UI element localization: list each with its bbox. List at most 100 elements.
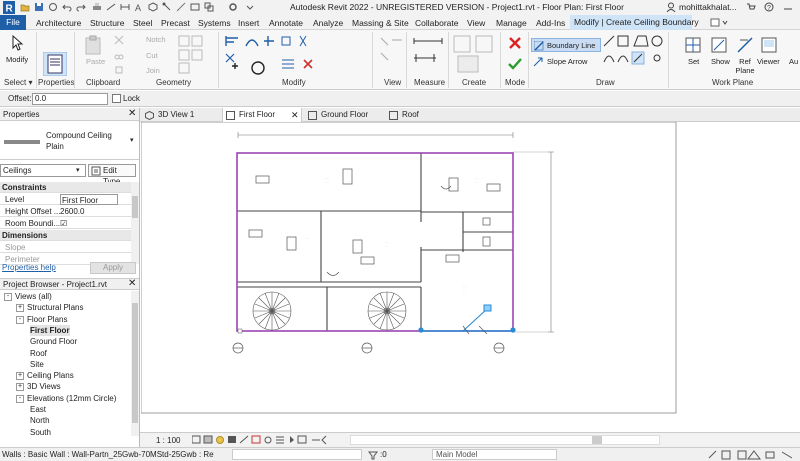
category-dropdown-icon[interactable]: ▾ [76, 166, 80, 174]
edit-type-button[interactable]: Edit Type [88, 164, 136, 186]
drawing-canvas[interactable]: . . .. .. . .. . . . .. . .. .. . .. . [140, 121, 800, 432]
ref-plane-button[interactable]: Ref Plane [733, 57, 757, 75]
offset-input[interactable]: 0.0 [32, 93, 108, 105]
match-icon[interactable] [114, 65, 124, 75]
tab-massing-site[interactable]: Massing & Site [352, 17, 409, 29]
collapse-icon[interactable]: - [16, 394, 24, 403]
cancel-edit-icon[interactable] [507, 35, 523, 51]
cope-icon[interactable] [114, 35, 124, 45]
show-workplane-icon[interactable] [710, 36, 728, 54]
undo-icon[interactable] [62, 2, 72, 12]
thin-lines-icon[interactable] [176, 2, 186, 12]
tab-manage[interactable]: Manage [496, 17, 527, 29]
browser-scrollbar[interactable] [131, 291, 139, 436]
tab-file[interactable]: File [0, 15, 26, 30]
help-icon[interactable]: ? [764, 2, 774, 12]
user-icon[interactable] [666, 2, 676, 13]
properties-scrollbar[interactable] [131, 182, 139, 264]
cart-icon[interactable] [746, 2, 756, 12]
redo-icon[interactable] [76, 2, 86, 12]
level-value[interactable]: First Floor [60, 194, 118, 205]
modify-tools-icon[interactable] [224, 34, 324, 76]
ribbon-minimize-icon[interactable] [710, 18, 730, 28]
notch-button[interactable]: Notch [146, 35, 166, 44]
minimize-icon[interactable] [780, 2, 796, 12]
room-bounding-checkbox[interactable]: ☑ [60, 218, 67, 229]
save-icon[interactable] [34, 2, 44, 12]
selected-wall-line[interactable] [462, 308, 488, 332]
cut-button[interactable]: Cut [146, 51, 158, 60]
boundary-line-button[interactable]: Boundary Line [531, 38, 601, 52]
viewer-button[interactable]: Viewer [757, 57, 780, 66]
properties-help-link[interactable]: Properties help [2, 263, 56, 272]
lock-checkbox[interactable] [112, 94, 121, 103]
group-constraints[interactable]: Constraints [0, 182, 131, 193]
user-name[interactable]: mohittakhalat... [679, 2, 737, 12]
boundary-endpoint-grip[interactable] [510, 327, 516, 333]
tab-precast[interactable]: Precast [161, 17, 190, 29]
modify-button[interactable]: Modify [6, 55, 28, 64]
floor-plan-drawing[interactable]: . . .. .. . .. . . . .. . .. .. . .. . [140, 121, 800, 432]
view-tab-first-floor[interactable]: First Floor ✕ [222, 108, 302, 122]
drag-control-grip[interactable] [483, 304, 492, 312]
measure-tools-icon[interactable] [412, 36, 446, 72]
scrollbar-thumb[interactable] [592, 436, 602, 444]
create-tools-icon[interactable] [452, 34, 496, 74]
customize-icon[interactable] [245, 2, 255, 12]
close-tab-icon[interactable]: ✕ [291, 108, 299, 122]
section-icon[interactable] [162, 2, 172, 12]
tab-collaborate[interactable]: Collaborate [415, 17, 458, 29]
revit-logo-icon[interactable]: R [3, 1, 15, 14]
view-control-icons[interactable] [192, 435, 342, 445]
cut-icon[interactable] [114, 50, 124, 60]
dimension-icon[interactable] [120, 2, 130, 12]
tab-structure[interactable]: Structure [90, 17, 125, 29]
au-button[interactable]: Au [789, 57, 798, 66]
paste-button[interactable]: Paste [86, 57, 105, 66]
height-offset-value[interactable]: 2600.0 [60, 206, 84, 217]
group-dimensions[interactable]: Dimensions [0, 230, 131, 241]
tab-systems[interactable]: Systems [198, 17, 231, 29]
show-button[interactable]: Show [711, 57, 730, 66]
workset-dropdown[interactable] [232, 449, 362, 460]
tab-analyze[interactable]: Analyze [313, 17, 343, 29]
boundary-endpoint-grip[interactable] [418, 327, 424, 333]
panel-select[interactable]: Select ▾ [4, 78, 32, 87]
category-filter[interactable]: Ceilings [0, 164, 86, 177]
viewer-icon[interactable] [760, 36, 778, 54]
horizontal-scrollbar[interactable] [350, 435, 660, 445]
selection-filter-icons[interactable] [708, 450, 798, 460]
set-button[interactable]: Set [688, 57, 699, 66]
geometry-tools-icon[interactable] [178, 34, 214, 74]
collapse-icon[interactable]: - [4, 293, 12, 301]
tab-modify-create-ceiling-boundary[interactable]: Modify | Create Ceiling Boundary [570, 15, 699, 30]
design-option-dropdown[interactable]: Main Model [432, 449, 557, 460]
settings-icon[interactable] [228, 2, 238, 12]
view-tab-3d-view-1[interactable]: 3D View 1 [142, 108, 220, 122]
expand-icon[interactable]: + [16, 383, 24, 392]
finish-edit-icon[interactable] [507, 56, 523, 72]
join-button[interactable]: Join [146, 66, 160, 75]
view-tab-ground-floor[interactable]: Ground Floor [305, 108, 385, 122]
view-scale[interactable]: 1 : 100 [156, 436, 180, 445]
view-tab-roof[interactable]: Roof [386, 108, 446, 122]
properties-icon[interactable] [43, 52, 67, 76]
expand-icon[interactable]: + [16, 304, 24, 313]
slope-arrow-button[interactable]: Slope Arrow [547, 57, 587, 66]
draw-tools-icon[interactable] [602, 34, 666, 76]
tag-icon[interactable]: A [134, 2, 144, 12]
tab-view[interactable]: View [467, 17, 485, 29]
tab-insert[interactable]: Insert [238, 17, 259, 29]
close-browser-icon[interactable]: ✕ [128, 278, 136, 289]
tab-steel[interactable]: Steel [133, 17, 152, 29]
3d-view-icon[interactable] [148, 2, 158, 12]
tab-annotate[interactable]: Annotate [269, 17, 303, 29]
slope-arrow-icon[interactable] [533, 57, 543, 67]
modify-cursor-icon[interactable] [10, 35, 26, 51]
set-workplane-icon[interactable] [684, 36, 702, 54]
expand-icon[interactable]: + [16, 372, 24, 381]
type-dropdown-icon[interactable]: ▾ [130, 136, 134, 144]
close-hidden-icon[interactable] [190, 2, 200, 12]
open-icon[interactable] [20, 2, 30, 12]
tab-architecture[interactable]: Architecture [36, 17, 81, 29]
